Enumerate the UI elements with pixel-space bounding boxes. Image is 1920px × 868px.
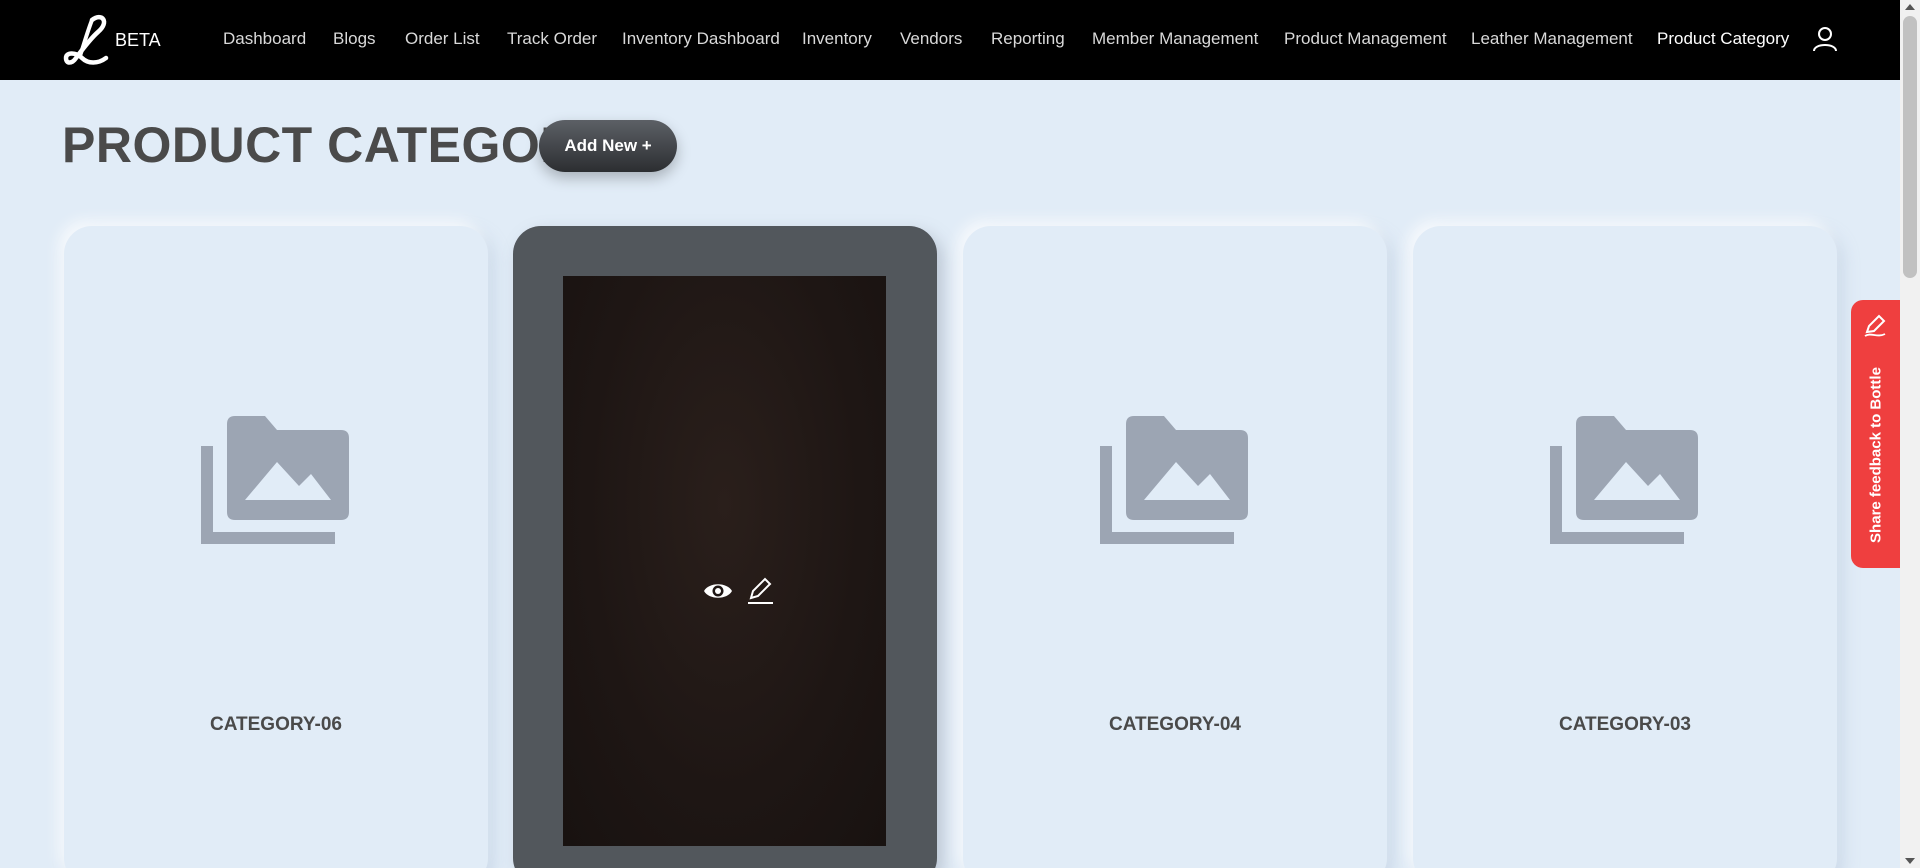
feedback-tab[interactable]: Share feedback to Bottle [1851, 300, 1900, 568]
category-card[interactable]: CATEGORY-04 [963, 226, 1387, 868]
nav-reporting[interactable]: Reporting [991, 29, 1065, 49]
nav-leather-management[interactable]: Leather Management [1471, 29, 1633, 49]
nav-product-management[interactable]: Product Management [1284, 29, 1447, 49]
view-icon[interactable] [703, 576, 733, 606]
category-label: CATEGORY-06 [210, 714, 342, 735]
nav-inventory-dashboard[interactable]: Inventory Dashboard [622, 29, 780, 49]
page-title: PRODUCT CATEGORY [62, 117, 609, 173]
nav-member-management[interactable]: Member Management [1092, 29, 1258, 49]
category-card-hovered[interactable] [513, 226, 937, 868]
add-new-button[interactable]: Add New + [539, 120, 677, 172]
nav-vendors[interactable]: Vendors [900, 29, 962, 49]
beta-badge: BETA [115, 30, 161, 50]
nav-track-order[interactable]: Track Order [507, 29, 597, 49]
nav-inventory[interactable]: Inventory [802, 29, 872, 49]
scroll-up-arrow[interactable] [1905, 4, 1915, 10]
image-placeholder-icon [1100, 416, 1248, 544]
user-icon[interactable] [1812, 26, 1838, 52]
top-nav-bar: BETA Dashboard Blogs Order List Track Or… [0, 0, 1900, 80]
scroll-thumb[interactable] [1903, 16, 1917, 278]
nav-product-category[interactable]: Product Category [1657, 29, 1789, 49]
scroll-down-arrow[interactable] [1905, 858, 1915, 864]
logo-icon[interactable] [62, 14, 114, 68]
category-label: CATEGORY-03 [1559, 714, 1691, 735]
category-card[interactable]: CATEGORY-03 [1413, 226, 1837, 868]
image-placeholder-icon [201, 416, 349, 544]
category-label: CATEGORY-04 [1109, 714, 1241, 735]
nav-order-list[interactable]: Order List [405, 29, 480, 49]
edit-icon[interactable] [745, 576, 775, 606]
feedback-label: Share feedback to Bottle [1867, 367, 1884, 543]
category-card[interactable]: CATEGORY-06 [64, 226, 488, 868]
vertical-scrollbar[interactable] [1900, 0, 1920, 868]
pencil-icon [1864, 314, 1886, 337]
nav-blogs[interactable]: Blogs [333, 29, 376, 49]
image-placeholder-icon [1550, 416, 1698, 544]
category-image [563, 276, 886, 846]
nav-dashboard[interactable]: Dashboard [223, 29, 306, 49]
